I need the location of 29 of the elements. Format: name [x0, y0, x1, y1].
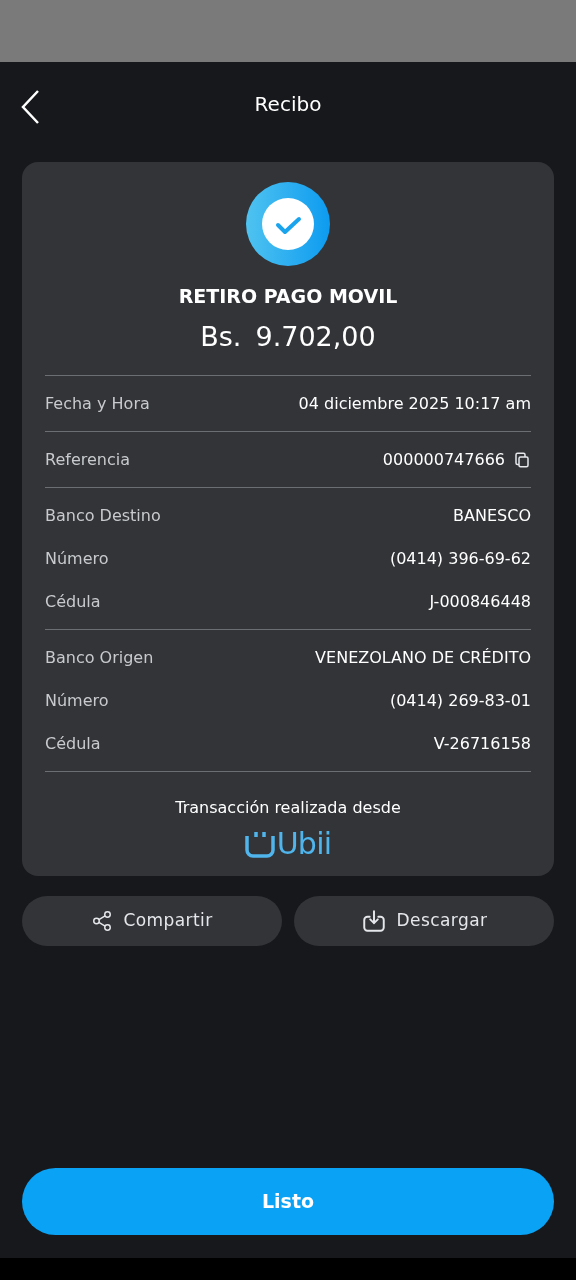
field-value: (0414) 269-83-01: [389, 689, 531, 712]
download-icon: [360, 908, 387, 934]
field-value: 04 diciembre 2025 10:17 am: [298, 392, 531, 415]
amount: 9.702,00: [255, 319, 376, 354]
field-label: Fecha y Hora: [45, 392, 150, 415]
share-icon: [91, 910, 114, 932]
field-value: 000000747666: [382, 448, 505, 471]
field-label: Número: [45, 689, 109, 712]
share-button[interactable]: Compartir: [22, 896, 282, 946]
field-value: (0414) 396-69-62: [389, 547, 531, 570]
transaction-title: RETIRO PAGO MOVIL: [178, 284, 398, 309]
back-icon[interactable]: [20, 89, 40, 125]
field-label: Banco Origen: [45, 646, 154, 669]
field-value: BANESCO: [453, 504, 531, 527]
download-button[interactable]: Descargar: [294, 896, 554, 946]
field-value: VENEZOLANO DE CRÉDITO: [315, 646, 531, 669]
currency: Bs.: [200, 319, 242, 354]
field-label: Número: [45, 547, 109, 570]
field-label: Cédula: [45, 732, 101, 755]
field-value: V-26716158: [433, 732, 531, 755]
footer-note: Transacción realizada desde: [175, 797, 401, 819]
field-label: Referencia: [45, 448, 130, 471]
field-label: Cédula: [45, 590, 101, 613]
field-label: Banco Destino: [45, 504, 161, 527]
brand-logo: Ubii: [244, 830, 332, 858]
success-check-icon: [246, 182, 330, 266]
page-title: Recibo: [254, 91, 322, 118]
field-value: J-000846448: [429, 590, 531, 613]
copy-icon[interactable]: [513, 450, 531, 469]
